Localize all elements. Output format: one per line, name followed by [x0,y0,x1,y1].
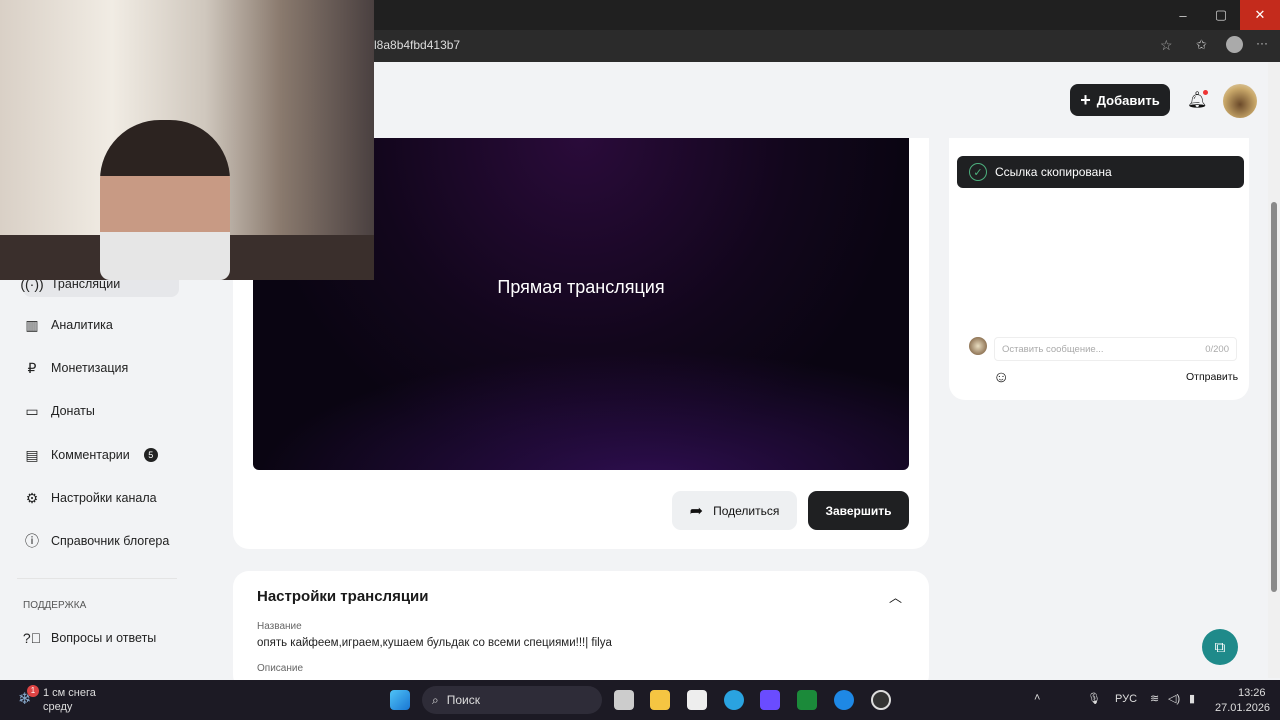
favorites-icon[interactable]: ✩ [1196,37,1207,53]
search-label: Поиск [446,693,480,707]
label: Справочник блогера [51,534,170,548]
char-counter: 0/200 [1205,343,1229,355]
microphone-icon[interactable]: 🎙︎ [1087,692,1101,705]
task-view-icon[interactable] [614,690,634,710]
message-input[interactable]: Оставить сообщение... 0/200 [994,337,1237,361]
search-box[interactable]: ⌕ Поиск [422,686,602,714]
add-button[interactable]: + Добавить [1070,84,1170,116]
sidebar-item-faq[interactable]: ?⃝ Вопросы и ответы [23,629,156,647]
file-explorer-icon[interactable] [650,690,670,710]
toast-notification: ✓ Ссылка скопирована [957,156,1244,188]
label: Комментарии [51,448,130,462]
battery-icon[interactable]: ▮ [1189,692,1195,705]
stream-settings-card: Настройки трансляции ︿ Название опять ка… [233,571,929,691]
sidebar-item-analytics[interactable]: ▥ Аналитика [23,316,113,334]
language-indicator[interactable]: РУС [1115,693,1137,705]
scrollbar[interactable] [1268,62,1280,678]
more-icon[interactable]: ··· [1256,36,1268,50]
sidebar-item-donations[interactable]: ▭ Донаты [23,402,95,420]
support-chat-button[interactable]: ⧉ [1202,629,1238,665]
store-icon[interactable] [687,690,707,710]
webcam-overlay [0,0,374,280]
ruble-icon: ₽ [27,359,37,376]
profile-icon[interactable] [1226,36,1243,53]
clock-time[interactable]: 13:26 [1238,687,1266,699]
name-field[interactable]: опять кайфеем,играем,кушаем бульдак со в… [257,637,612,649]
star-icon[interactable]: ☆ [1160,37,1173,54]
search-icon: ⌕ [432,692,439,707]
emoji-icon[interactable]: ☺ [993,369,1009,387]
share-label: Поделиться [713,503,780,518]
tray-chevron-icon[interactable]: ˄ [1034,692,1040,704]
comments-badge: 5 [143,448,158,462]
sidebar-item-channel-settings[interactable]: ⚙ Настройки канала [23,489,157,507]
sidebar-item-monetization[interactable]: ₽ Монетизация [23,359,129,377]
info-icon: ⓘ [25,533,39,549]
label: Вопросы и ответы [51,631,157,645]
weather-text[interactable]: 1 см снега [43,687,96,699]
settings-heading: Настройки трансляции [257,588,429,605]
weather-badge: 1 [27,685,39,697]
description-label: Описание [257,663,304,674]
finish-button[interactable]: Завершить [808,491,909,530]
clock-date[interactable]: 27.01.2026 [1215,702,1270,714]
divider [17,578,177,579]
label: Монетизация [51,361,129,375]
video-title: Прямая трансляция [497,277,665,297]
gear-icon: ⚙ [25,489,39,506]
bell-icon[interactable]: 🔔︎ [1187,90,1209,110]
app-icon[interactable] [760,690,780,710]
sidebar-item-blogger-guide[interactable]: ⓘ Справочник блогера [23,532,169,550]
telegram-icon[interactable] [724,690,744,710]
toast-text: Ссылка скопирована [995,165,1112,179]
send-button[interactable]: Отправить [1186,371,1238,383]
check-icon: ✓ [969,163,987,181]
placeholder: Оставить сообщение... [1002,343,1104,355]
support-heading: ПОДДЕРЖКА [23,600,87,611]
weather-subtext: среду [43,701,73,713]
url-text[interactable]: l8a8b4fbd413b7 [374,38,460,52]
name-label: Название [257,621,302,632]
edge-icon[interactable] [834,690,854,710]
chat-avatar [969,337,987,355]
label: Аналитика [51,318,113,332]
add-label: Добавить [1096,92,1160,108]
share-icon: ➦ [689,502,704,520]
start-icon[interactable] [390,690,410,710]
sidebar: ((·)) Трансляции ▥ Аналитика ₽ Монетизация … [3,270,233,678]
wifi-icon[interactable]: ≋ [1150,692,1159,705]
avatar[interactable] [1223,84,1257,118]
question-icon: ?⃝ [22,630,42,646]
chevron-up-icon[interactable]: ︿ [889,587,902,606]
volume-icon[interactable]: ◁) [1168,692,1180,705]
sidebar-item-comments[interactable]: ▤ Комментарии 5 [23,446,158,464]
obs-icon[interactable] [871,690,891,710]
taskbar: ❄ 1 1 см снега среду ⌕ Поиск ˄ 🎙︎ РУС ≋ ◁… [0,680,1280,720]
plus-icon: + [1080,89,1091,110]
maximize-button[interactable]: ▢ [1198,0,1244,30]
sheets-icon[interactable] [797,690,817,710]
chart-icon: ▥ [25,316,39,333]
close-button[interactable]: ✕ [1240,0,1280,30]
wallet-icon: ▭ [25,402,39,419]
share-button[interactable]: ➦ Поделиться [672,491,797,530]
comment-icon: ▤ [25,446,39,463]
label: Настройки канала [51,491,157,505]
label: Донаты [51,404,95,418]
